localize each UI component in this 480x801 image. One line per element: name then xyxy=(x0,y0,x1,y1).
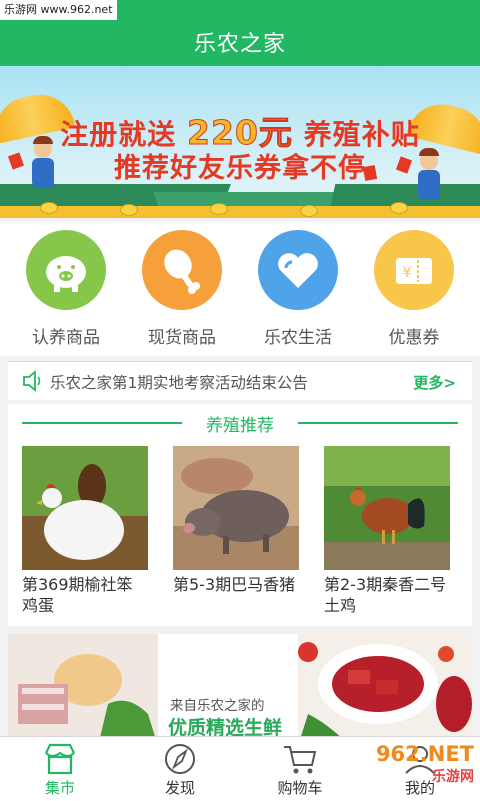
category-item[interactable]: 现货商品 xyxy=(127,230,237,350)
category-label: 认养商品 xyxy=(32,328,100,348)
category-item[interactable]: 乐农生活 xyxy=(243,230,353,350)
notice-text[interactable]: 乐农之家第1期实地考察活动结束公告 xyxy=(50,371,308,393)
promo-banner[interactable]: 注册就送 220元 养殖补贴 推荐好友乐券拿不停 xyxy=(0,66,480,218)
category-grid: 认养商品 现货商品 乐农生活 ¥ 优惠券 xyxy=(0,222,480,356)
product-card[interactable]: 第5-3期巴马香猪 xyxy=(173,446,299,595)
tab-label: 发现 xyxy=(164,779,195,797)
product-name: 第5-3期巴马香猪 xyxy=(173,575,296,594)
coin-icon xyxy=(210,203,228,215)
cart-icon xyxy=(284,746,317,774)
watermark-top: 乐游网 www.962.net xyxy=(0,0,117,20)
heart-icon xyxy=(258,230,338,310)
category-item[interactable]: ¥ 优惠券 xyxy=(359,230,469,350)
category-item[interactable]: 认养商品 xyxy=(11,230,121,350)
promo-caption: 来自乐农之家的 xyxy=(170,698,265,714)
coin-icon xyxy=(40,202,58,214)
watermark-bottom: 962.NET 乐游网 xyxy=(376,742,474,786)
market-icon xyxy=(45,743,75,775)
tab-label: 集市 xyxy=(44,779,75,797)
section-title: 养殖推荐 xyxy=(206,416,274,436)
category-label: 乐农生活 xyxy=(264,328,332,348)
banner-subline: 推荐好友乐券拿不停 xyxy=(114,153,366,184)
piggy-bank-icon xyxy=(26,230,106,310)
tab-discover[interactable]: 发现 xyxy=(120,737,240,801)
fresh-food-banner[interactable]: 来自乐农之家的 优质精选生鲜 xyxy=(8,634,472,746)
section-header: 养殖推荐 xyxy=(8,404,472,440)
coin-icon xyxy=(300,205,318,217)
notice-bar[interactable]: 乐农之家第1期实地考察活动结束公告 更多> xyxy=(8,362,472,400)
coin-icon xyxy=(390,202,408,214)
compass-icon xyxy=(165,744,195,774)
coupon-icon: ¥ xyxy=(374,230,454,310)
svg-text:¥: ¥ xyxy=(403,265,412,281)
product-name: 第2-3期秦香二号土鸡 xyxy=(324,575,447,615)
category-label: 优惠券 xyxy=(388,328,440,348)
product-list: 第369期榆社笨鸡蛋 第5-3期巴马香猪 第2-3期秦香二号土鸡 xyxy=(8,440,472,626)
chicken-leg-icon xyxy=(142,230,222,310)
product-image-rooster xyxy=(324,446,450,570)
watermark-text: 962.NET xyxy=(375,742,474,766)
speaker-icon xyxy=(23,370,41,392)
product-image-pig xyxy=(173,446,299,570)
tab-market[interactable]: 集市 xyxy=(0,737,120,801)
coin-icon xyxy=(120,204,138,216)
tab-cart[interactable]: 购物车 xyxy=(240,737,360,801)
tab-label: 购物车 xyxy=(277,779,323,797)
product-image-chicken xyxy=(22,446,148,570)
page-title: 乐农之家 xyxy=(193,32,286,57)
product-card[interactable]: 第2-3期秦香二号土鸡 xyxy=(324,446,450,616)
product-card[interactable]: 第369期榆社笨鸡蛋 xyxy=(22,446,148,616)
watermark-subtext: 乐游网 xyxy=(432,769,474,785)
product-name: 第369期榆社笨鸡蛋 xyxy=(22,575,133,615)
category-label: 现货商品 xyxy=(148,328,216,348)
banner-coins xyxy=(0,206,480,218)
more-link[interactable]: 更多> xyxy=(413,372,456,393)
